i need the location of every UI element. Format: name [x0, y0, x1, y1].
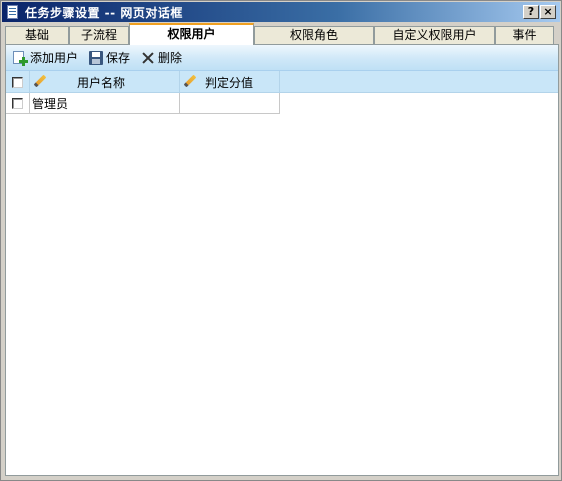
floppy-disk-icon [88, 50, 104, 66]
save-label: 保存 [106, 51, 131, 65]
username-cell[interactable]: 管理员 [30, 93, 180, 113]
edit-pencil-icon [33, 75, 47, 89]
page-icon [5, 4, 21, 20]
add-document-icon [12, 50, 28, 66]
row-select-cell [6, 93, 30, 113]
dialog-window: 任务步骤设置 -- 网页对话框 ? × 基础 子流程 权限用户 权限角色 自定义… [0, 0, 562, 481]
tab-subflow[interactable]: 子流程 [69, 26, 129, 45]
select-all-cell [6, 71, 30, 93]
column-header-username[interactable]: 用户名称 [30, 71, 180, 93]
add-user-label: 添加用户 [30, 51, 79, 65]
delete-label: 删除 [158, 51, 183, 65]
toolbar: 添加用户 保存 删除 [6, 45, 558, 71]
delete-x-icon [140, 50, 156, 66]
column-header-score[interactable]: 判定分值 [180, 71, 280, 93]
tab-basic[interactable]: 基础 [5, 26, 69, 45]
tab-content-panel: 添加用户 保存 删除 用户名称 判定分值 管理员 [5, 44, 559, 476]
column-score-label: 判定分值 [205, 75, 254, 90]
score-cell[interactable] [180, 93, 280, 113]
save-button[interactable]: 保存 [86, 48, 132, 68]
tab-permission-roles[interactable]: 权限角色 [254, 26, 374, 45]
add-user-button[interactable]: 添加用户 [10, 48, 80, 68]
row-checkbox[interactable] [12, 97, 23, 109]
tab-permission-users[interactable]: 权限用户 [129, 23, 254, 45]
edit-pencil-icon [183, 75, 197, 89]
table-row[interactable]: 管理员 [6, 93, 280, 114]
tab-custom-permission-users[interactable]: 自定义权限用户 [374, 26, 495, 45]
grid-header: 用户名称 判定分值 [6, 71, 558, 93]
delete-button[interactable]: 删除 [138, 48, 184, 68]
tab-events[interactable]: 事件 [495, 26, 554, 45]
help-button[interactable]: ? [523, 5, 539, 19]
select-all-checkbox[interactable] [12, 76, 23, 88]
window-title: 任务步骤设置 -- 网页对话框 [25, 5, 183, 20]
close-button[interactable]: × [540, 5, 556, 19]
column-username-label: 用户名称 [77, 75, 126, 90]
tab-strip: 基础 子流程 权限用户 权限角色 自定义权限用户 事件 [5, 23, 559, 45]
title-bar[interactable]: 任务步骤设置 -- 网页对话框 ? × [2, 2, 560, 22]
